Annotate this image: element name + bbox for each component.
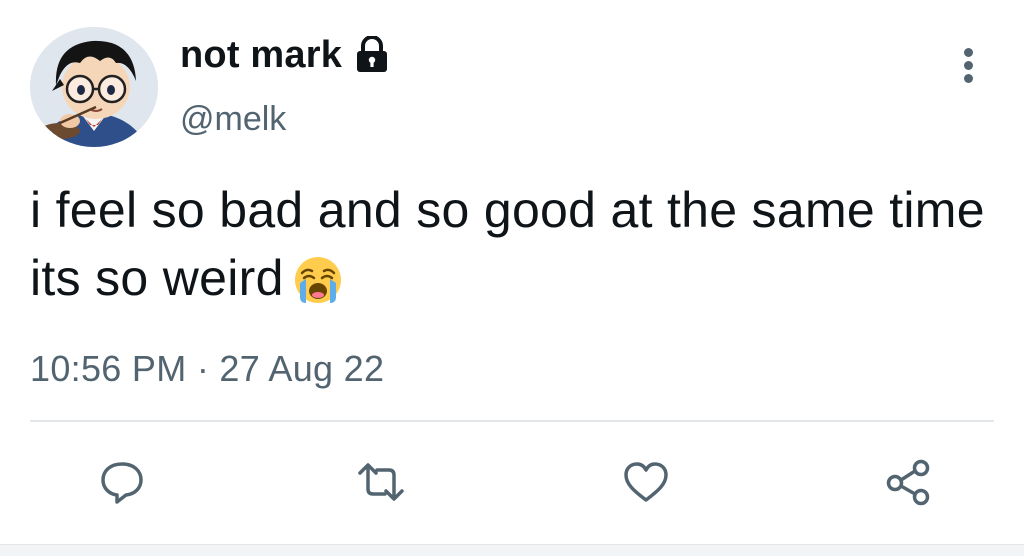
retweet-button[interactable] bbox=[355, 456, 407, 508]
divider bbox=[30, 420, 994, 422]
share-button[interactable] bbox=[882, 456, 934, 508]
avatar[interactable] bbox=[30, 27, 158, 147]
more-options-button[interactable] bbox=[954, 44, 984, 86]
meta-separator: · bbox=[196, 348, 210, 389]
tweet-time: 10:56 PM bbox=[30, 348, 187, 389]
more-dot bbox=[964, 61, 973, 70]
tweet-body: i feel so bad and so good at the same ti… bbox=[30, 182, 985, 306]
more-vertical-icon bbox=[964, 48, 973, 57]
tweet-timestamp[interactable]: 10:56 PM · 27 Aug 22 bbox=[30, 345, 384, 393]
reply-button[interactable] bbox=[96, 456, 148, 508]
retweet-icon bbox=[358, 463, 404, 501]
display-name-text: not mark bbox=[180, 34, 343, 76]
lock-icon bbox=[354, 35, 390, 74]
reply-icon bbox=[101, 462, 143, 504]
tweet-actions bbox=[0, 450, 1024, 510]
like-button[interactable] bbox=[620, 456, 672, 508]
user-handle[interactable]: @melk bbox=[180, 98, 286, 140]
share-icon bbox=[886, 459, 930, 506]
tweet-card: not mark @melk i feel so bad and so good… bbox=[0, 0, 1024, 556]
tweet-date: 27 Aug 22 bbox=[219, 348, 385, 389]
bottom-border bbox=[0, 544, 1024, 556]
display-name[interactable]: not mark bbox=[180, 32, 390, 78]
heart-icon bbox=[624, 462, 668, 502]
more-dot bbox=[964, 74, 973, 83]
loudly-crying-face-icon bbox=[292, 253, 344, 305]
tweet-text: i feel so bad and so good at the same ti… bbox=[30, 176, 990, 312]
